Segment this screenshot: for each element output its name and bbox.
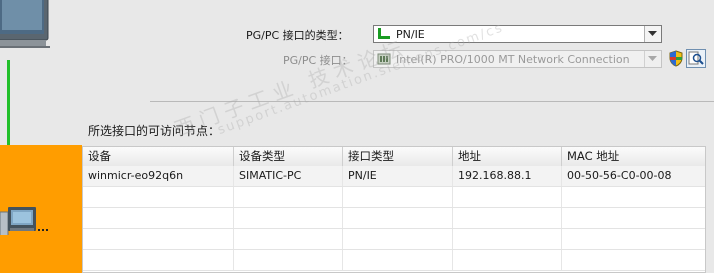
cell-interface-type: PN/IE <box>343 166 453 186</box>
table-row[interactable]: winmicr-eo92q6n SIMATIC-PC PN/IE 192.168… <box>83 166 705 187</box>
chevron-down-icon[interactable] <box>644 51 661 67</box>
ethernet-icon <box>378 28 390 39</box>
cell-device-type: SIMATIC-PC <box>234 166 343 186</box>
column-header-mac-address[interactable]: MAC 地址 <box>562 147 705 166</box>
cell-address: 192.168.88.1 <box>453 166 562 186</box>
column-header-address[interactable]: 地址 <box>453 147 562 166</box>
pg-pc-monitor-icon <box>0 0 50 48</box>
section-divider <box>150 101 714 102</box>
cell-mac-address: 00-50-56-C0-00-08 <box>567 169 672 182</box>
interface-type-dropdown[interactable]: PN/IE <box>373 25 662 43</box>
table-row-empty <box>83 187 705 208</box>
cell-device: winmicr-eo92q6n <box>83 166 234 186</box>
column-header-interface-type[interactable]: 接口类型 <box>343 147 453 166</box>
pc-station-icon[interactable] <box>0 203 52 235</box>
interface-type-value: PN/IE <box>396 28 425 41</box>
search-device-button[interactable] <box>686 49 706 68</box>
column-header-device-type[interactable]: 设备类型 <box>234 147 343 166</box>
table-row-empty <box>83 229 705 250</box>
network-card-icon <box>377 53 391 65</box>
table-row-empty <box>83 208 705 229</box>
magnifier-icon <box>688 51 704 65</box>
chevron-down-icon[interactable] <box>644 26 661 42</box>
table-row-empty <box>83 250 705 271</box>
shield-icon[interactable] <box>668 50 684 67</box>
column-header-device[interactable]: 设备 <box>83 147 234 166</box>
interface-type-label: PG/PC 接口的类型： <box>246 29 349 42</box>
interface-dropdown[interactable]: Intel(R) PRO/1000 MT Network Connection <box>373 50 662 68</box>
interface-value: Intel(R) PRO/1000 MT Network Connection <box>396 53 630 66</box>
accessible-nodes-title: 所选接口的可访问节点： <box>88 124 221 138</box>
interface-label: PG/PC 接口： <box>283 54 353 67</box>
table-header: 设备 设备类型 接口类型 地址 MAC 地址 <box>83 147 705 167</box>
accessible-nodes-table: 设备 设备类型 接口类型 地址 MAC 地址 winmicr-eo92q6n S… <box>82 146 706 273</box>
